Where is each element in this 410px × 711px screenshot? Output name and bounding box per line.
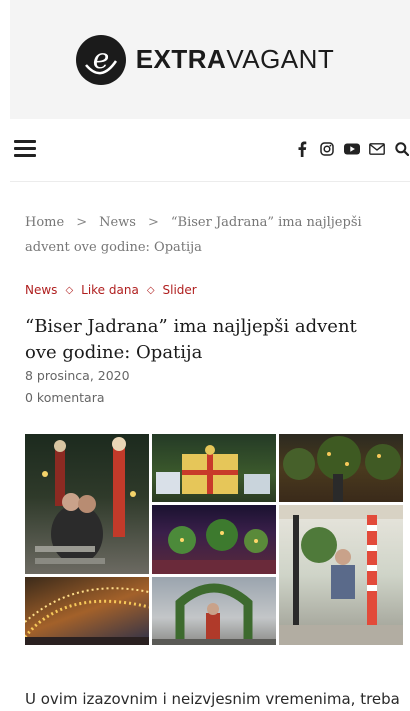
collage-photo-couple-nutcrackers (25, 434, 149, 574)
featured-image-collage[interactable] (25, 434, 403, 645)
post-comments[interactable]: 0 komentara (25, 390, 105, 405)
breadcrumb-separator: > (147, 215, 159, 230)
post-date: 8 prosinca, 2020 (25, 368, 130, 383)
breadcrumb-home[interactable]: Home (25, 215, 64, 230)
collage-photo-frame-gate (152, 577, 276, 645)
category-separator: ◇ (65, 284, 74, 296)
menu-icon[interactable] (14, 140, 36, 158)
collage-photo-gift-boxes (152, 434, 276, 502)
collage-photo-illuminated-garden (152, 505, 276, 574)
search-icon[interactable] (394, 141, 410, 157)
breadcrumb-news[interactable]: News (99, 215, 136, 230)
site-logo[interactable]: e EXTRAVAGANT (75, 34, 335, 85)
category-separator: ◇ (146, 284, 155, 296)
post-title: “Biser Jadrana” ima najljepši advent ove… (25, 316, 357, 363)
facebook-icon[interactable] (294, 141, 310, 157)
category-like-dana[interactable]: Like dana (81, 283, 139, 297)
mail-icon[interactable] (369, 141, 385, 157)
breadcrumb-separator: > (76, 215, 88, 230)
category-news[interactable]: News (25, 283, 57, 297)
logo-wordmark: EXTRAVAGANT (136, 44, 335, 75)
nav-divider (10, 181, 410, 182)
collage-photo-tree-garden (279, 434, 403, 502)
site-header: e EXTRAVAGANT (10, 0, 410, 119)
collage-photo-lights-tunnel (25, 577, 149, 645)
category-slider[interactable]: Slider (163, 283, 197, 297)
article-intro-text: U ovim izazovnim i neizvjesnim vremenima… (25, 690, 400, 708)
instagram-icon[interactable] (319, 141, 335, 157)
logo-bold: EXTRA (135, 44, 227, 74)
breadcrumb: Home > News > “Biser Jadrana” ima najljepši … (25, 210, 395, 260)
collage-photo-gazebo (279, 505, 403, 645)
nav-bar (10, 131, 410, 169)
post-categories: News ◇ Like dana ◇ Slider (25, 283, 197, 297)
logo-mark: e (75, 34, 126, 85)
logo-light: VAGANT (226, 44, 335, 74)
social-icons (294, 141, 410, 157)
youtube-icon[interactable] (344, 141, 360, 157)
